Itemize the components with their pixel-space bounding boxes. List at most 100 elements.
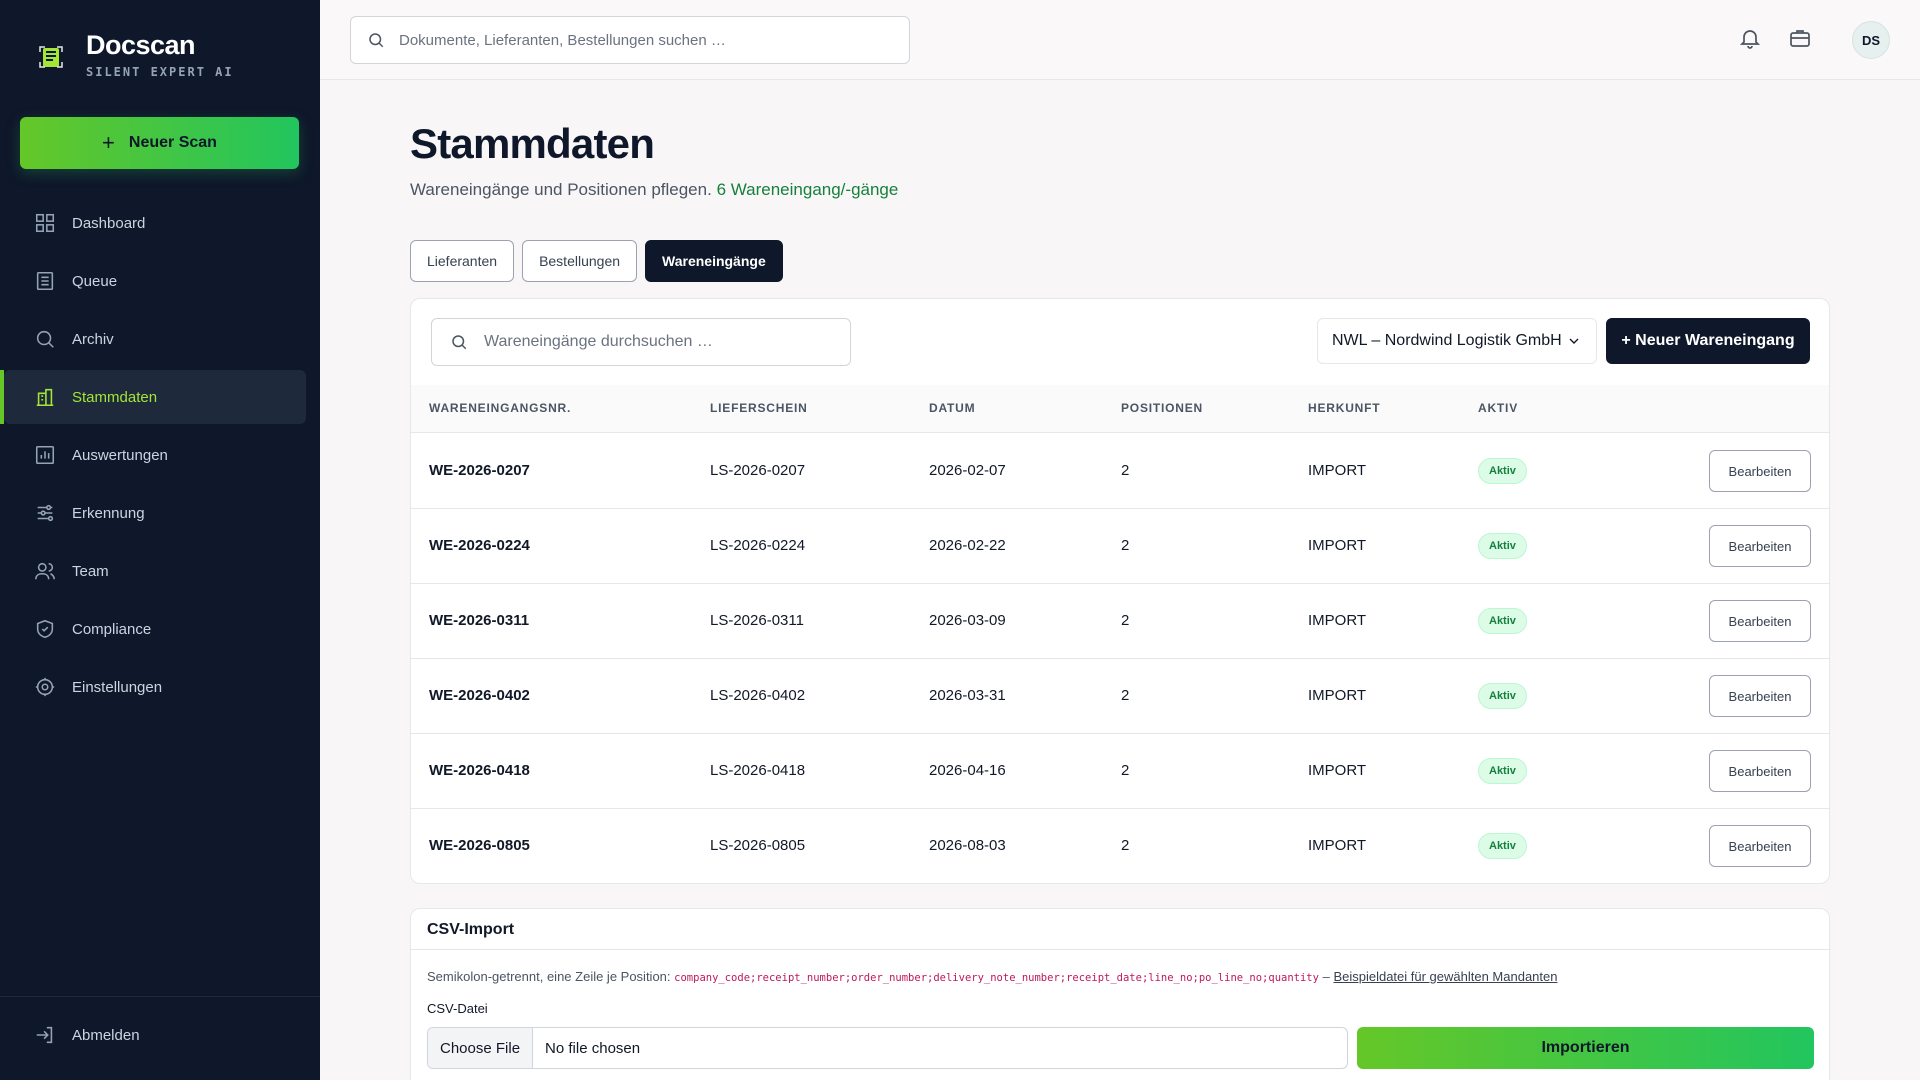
record-count: 6 Wareneingang/-gänge — [716, 180, 899, 199]
file-status: No file chosen — [545, 1039, 641, 1057]
receipt-number: WE-2026-0311 — [429, 612, 530, 629]
receipt-number: WE-2026-0224 — [429, 537, 530, 554]
tab-lieferanten[interactable]: Lieferanten — [410, 240, 515, 282]
positions-count: 2 — [1121, 762, 1130, 779]
table-search-input[interactable] — [484, 333, 844, 351]
column-header: LIEFERSCHEIN — [710, 401, 808, 415]
tab-bestellungen[interactable]: Bestellungen — [522, 240, 638, 282]
sidebar-item-label: Stammdaten — [72, 388, 158, 406]
edit-button[interactable]: Bearbeiten — [1709, 600, 1811, 642]
new-scan-button[interactable]: + Neuer Scan — [20, 117, 299, 169]
origin: IMPORT — [1308, 612, 1367, 629]
delivery-note: LS-2026-0207 — [710, 462, 806, 479]
table-row: WE-2026-0805 LS-2026-0805 2026-08-03 2 I… — [411, 809, 1829, 883]
csv-import-title: CSV-Import — [427, 921, 515, 938]
receipt-date: 2026-08-03 — [929, 837, 1006, 854]
briefcase-icon — [1790, 30, 1810, 47]
master-data-tabs: Lieferanten Bestellungen Wareneingänge — [410, 240, 783, 282]
origin: IMPORT — [1308, 537, 1367, 554]
chevron-down-icon — [1569, 338, 1579, 344]
table-search[interactable] — [431, 318, 851, 366]
example-file-link[interactable]: Beispieldatei für gewählten Mandanten — [1333, 969, 1557, 984]
sidebar-item-team[interactable]: Team — [4, 544, 306, 598]
csv-columns-code: company_code;receipt_number;order_number… — [674, 972, 1319, 984]
table-header: WARENEINGANGSNR. LIEFERSCHEIN DATUM POSI… — [411, 385, 1829, 433]
csv-format-hint: Semikolon-getrennt, eine Zeile je Positi… — [427, 969, 1557, 984]
brand-name: Docscan — [86, 30, 196, 60]
tab-wareneingaenge[interactable]: Wareneingänge — [645, 240, 783, 282]
docscan-logo-icon — [39, 46, 63, 68]
workspace-button[interactable] — [1788, 26, 1812, 50]
receipt-number: WE-2026-0207 — [429, 462, 530, 479]
receipt-date: 2026-02-07 — [929, 462, 1006, 479]
search-icon — [369, 33, 384, 48]
receipt-date: 2026-03-09 — [929, 612, 1006, 629]
column-header: WARENEINGANGSNR. — [429, 401, 572, 415]
table-row: WE-2026-0402 LS-2026-0402 2026-03-31 2 I… — [411, 659, 1829, 734]
table-row: WE-2026-0224 LS-2026-0224 2026-02-22 2 I… — [411, 509, 1829, 584]
goods-receipt-card: NWL – Nordwind Logistik GmbH + Neuer War… — [410, 298, 1830, 884]
edit-button[interactable]: Bearbeiten — [1709, 825, 1811, 867]
sidebar-item-erkennung[interactable]: Erkennung — [4, 486, 306, 540]
table-row: WE-2026-0311 LS-2026-0311 2026-03-09 2 I… — [411, 584, 1829, 659]
sidebar-item-label: Team — [72, 562, 109, 580]
receipt-number: WE-2026-0402 — [429, 687, 530, 704]
user-avatar[interactable]: DS — [1852, 21, 1890, 59]
edit-button[interactable]: Bearbeiten — [1709, 675, 1811, 717]
positions-count: 2 — [1121, 837, 1130, 854]
origin: IMPORT — [1308, 837, 1367, 854]
delivery-note: LS-2026-0311 — [710, 612, 804, 629]
sidebar-item-einstellungen[interactable]: Einstellungen — [4, 660, 306, 714]
sidebar-item-dashboard[interactable]: Dashboard — [4, 196, 306, 250]
csv-import-card: CSV-Import Semikolon-getrennt, eine Zeil… — [410, 908, 1831, 1080]
plus-icon: + — [102, 130, 115, 155]
edit-button[interactable]: Bearbeiten — [1709, 525, 1811, 567]
sidebar-item-label: Compliance — [72, 620, 152, 638]
receipt-number: WE-2026-0805 — [429, 837, 530, 854]
company-select[interactable]: NWL – Nordwind Logistik GmbH — [1317, 318, 1597, 364]
sidebar-item-compliance[interactable]: Compliance — [4, 602, 306, 656]
bell-icon — [1739, 30, 1761, 49]
sidebar-item-queue[interactable]: Queue — [4, 254, 306, 308]
sidebar-item-stammdaten[interactable]: Stammdaten — [0, 370, 306, 424]
brand[interactable]: Docscan SILENT EXPERT AI — [38, 28, 234, 79]
users-icon — [35, 562, 55, 580]
edit-button[interactable]: Bearbeiten — [1709, 750, 1811, 792]
global-search[interactable] — [350, 16, 910, 64]
sliders-icon — [37, 504, 54, 522]
brand-subtitle: SILENT EXPERT AI — [86, 65, 234, 79]
search-icon — [452, 335, 467, 350]
list-icon — [36, 271, 54, 291]
receipt-date: 2026-04-16 — [929, 762, 1006, 779]
csv-file-input[interactable]: Choose File No file chosen — [427, 1027, 1348, 1069]
logout-button[interactable]: Abmelden — [0, 997, 320, 1073]
global-search-input[interactable] — [399, 31, 879, 49]
csv-hint-text: Semikolon-getrennt, eine Zeile je Positi… — [427, 969, 671, 984]
status-badge: Aktiv — [1478, 833, 1527, 859]
import-button[interactable]: Importieren — [1357, 1027, 1814, 1069]
column-header: HERKUNFT — [1308, 401, 1381, 415]
status-badge: Aktiv — [1478, 683, 1527, 709]
status-badge: Aktiv — [1478, 533, 1527, 559]
column-header: POSITIONEN — [1121, 401, 1204, 415]
origin: IMPORT — [1308, 687, 1367, 704]
edit-button[interactable]: Bearbeiten — [1709, 450, 1811, 492]
column-header: AKTIV — [1478, 401, 1518, 415]
logout-label: Abmelden — [72, 1026, 140, 1044]
sidebar-item-auswertungen[interactable]: Auswertungen — [4, 428, 306, 482]
notifications-button[interactable] — [1738, 26, 1762, 50]
sidebar: Docscan SILENT EXPERT AI + Neuer Scan Da… — [0, 0, 320, 1080]
table-row: WE-2026-0207 LS-2026-0207 2026-02-07 2 I… — [411, 434, 1829, 509]
positions-count: 2 — [1121, 462, 1130, 479]
sidebar-item-label: Queue — [72, 272, 118, 290]
csv-hint-separator: – — [1322, 969, 1330, 984]
search-icon — [36, 330, 54, 348]
new-scan-label: Neuer Scan — [128, 134, 217, 151]
sidebar-item-archiv[interactable]: Archiv — [4, 312, 306, 366]
receipt-date: 2026-03-31 — [929, 687, 1006, 704]
logout-icon — [36, 1026, 53, 1044]
sidebar-item-label: Erkennung — [72, 504, 145, 522]
table-row: WE-2026-0418 LS-2026-0418 2026-04-16 2 I… — [411, 734, 1829, 809]
new-goods-receipt-button[interactable]: + Neuer Wareneingang — [1606, 318, 1810, 364]
choose-file-button[interactable]: Choose File — [428, 1028, 534, 1068]
